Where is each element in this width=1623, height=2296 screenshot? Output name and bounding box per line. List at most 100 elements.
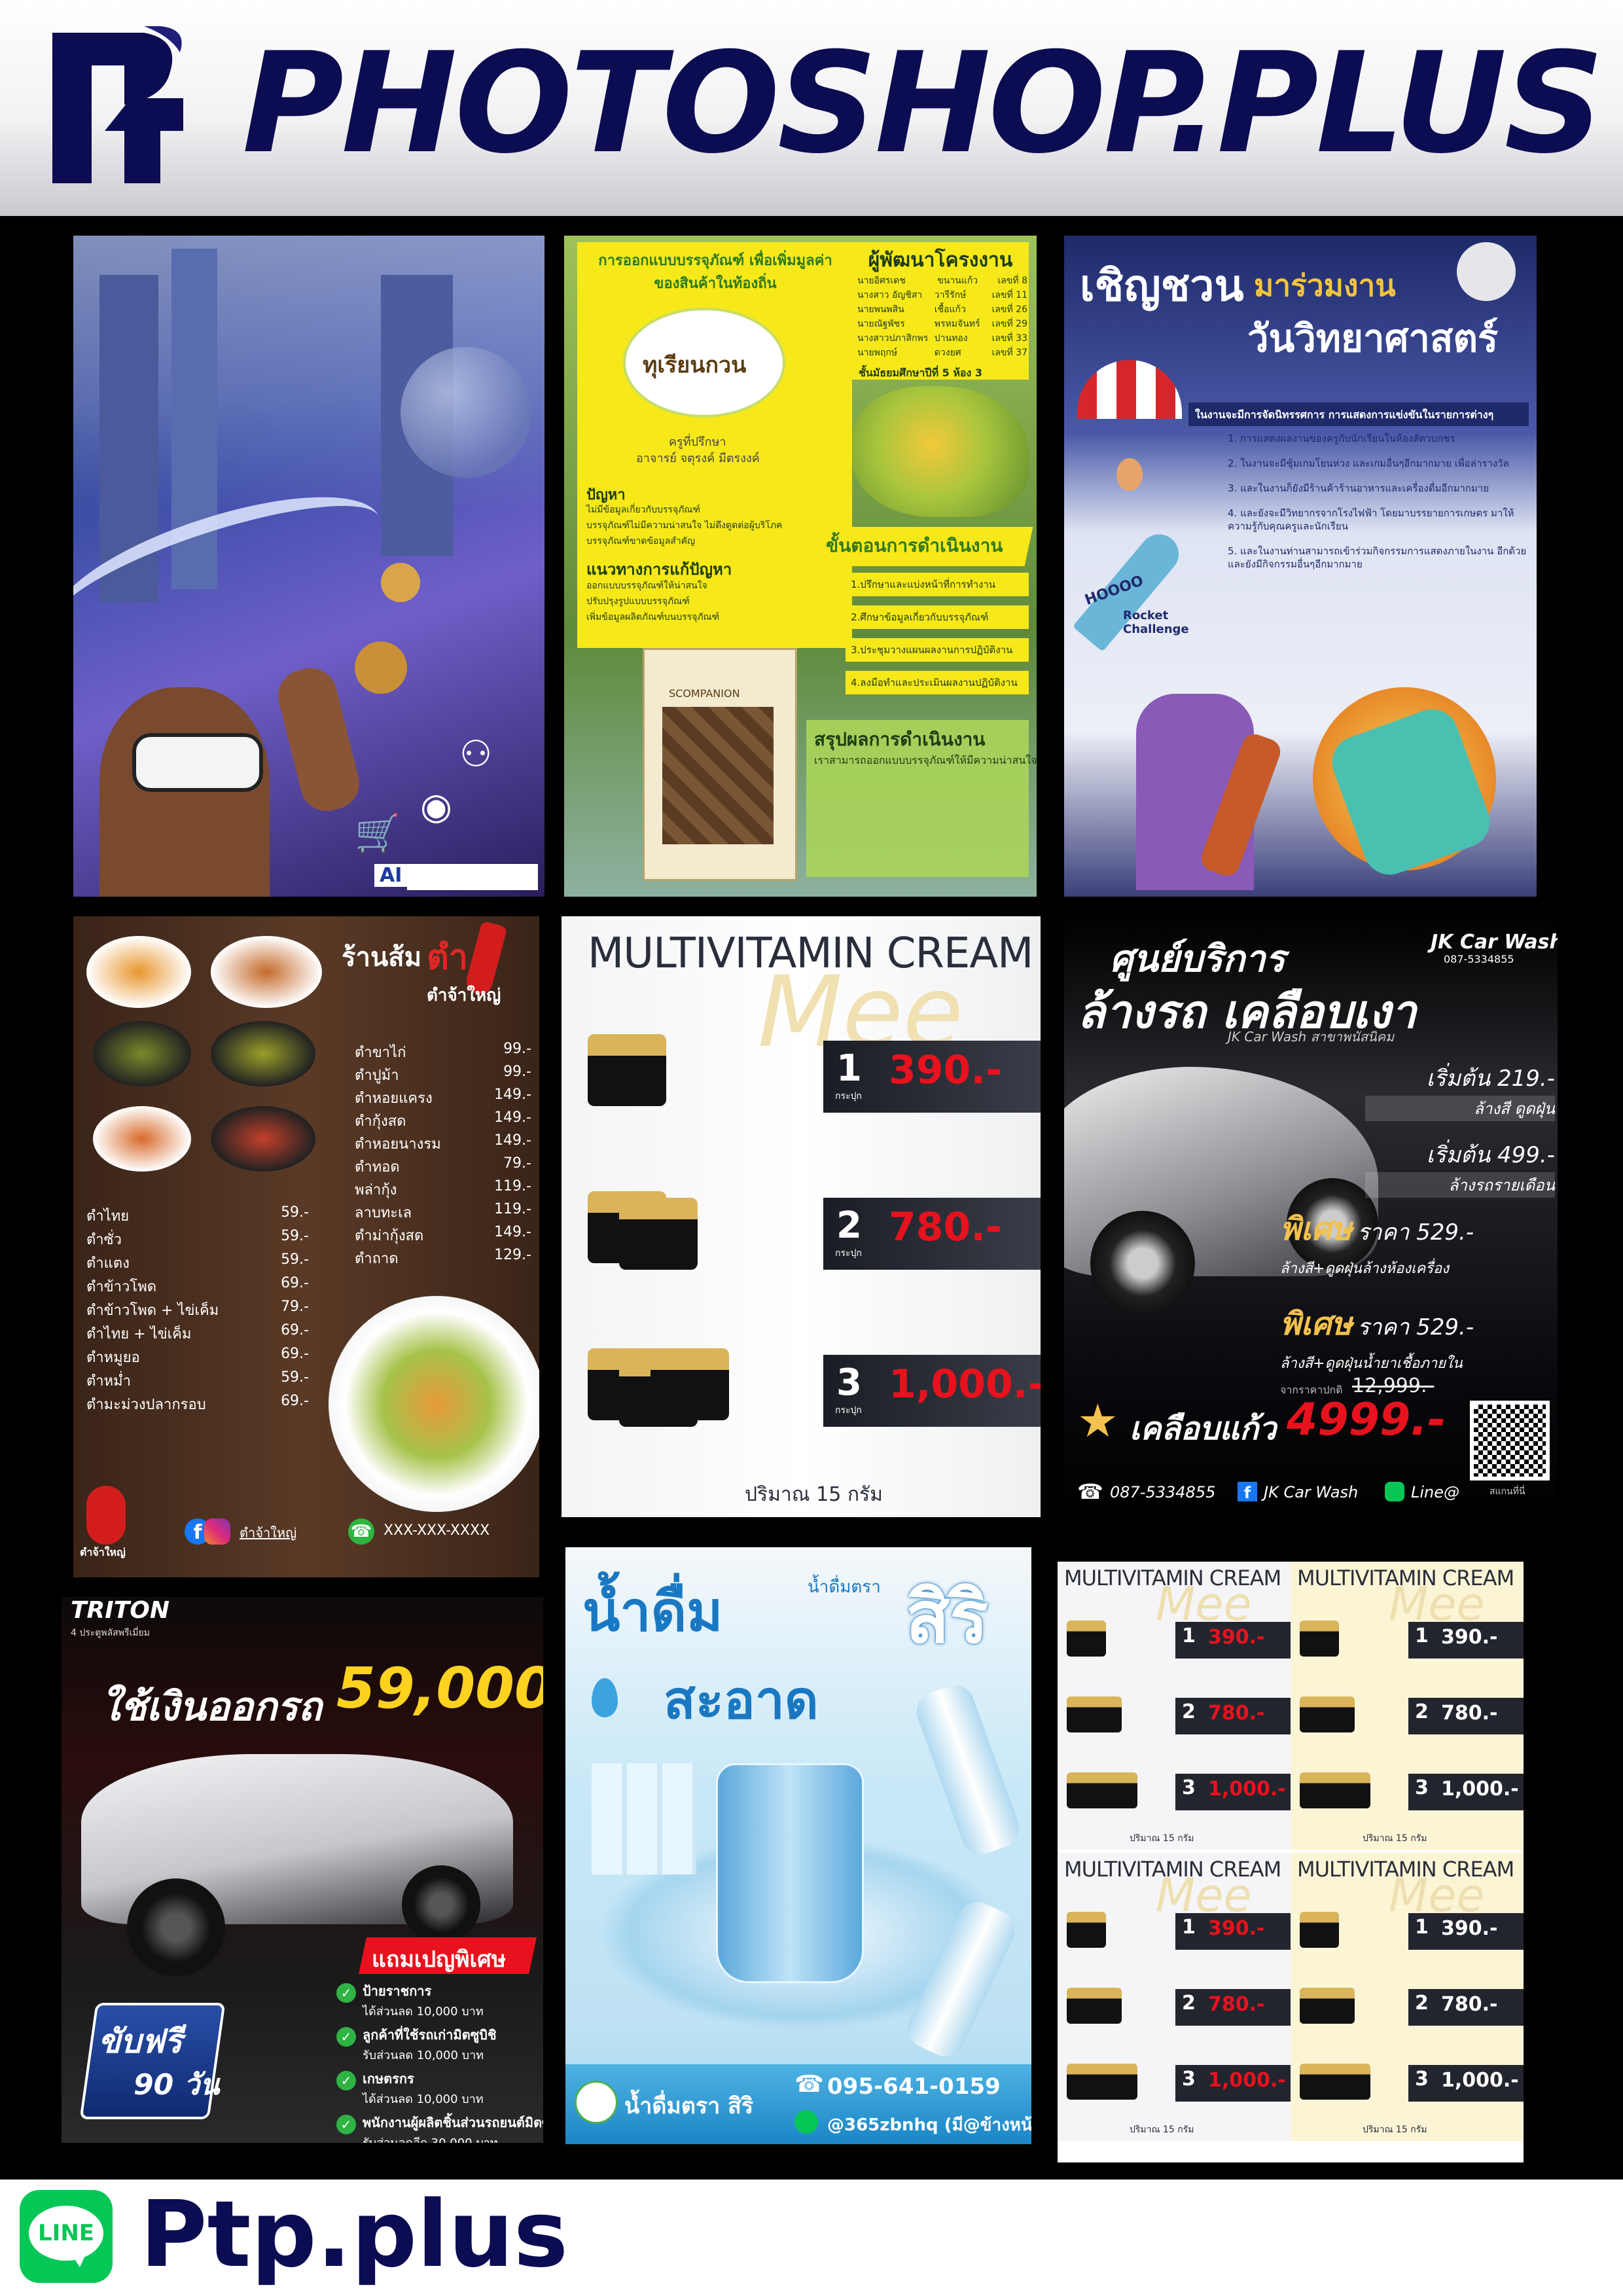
activity-item: 1. การแสดงผลงานของครูกับนักเรียนในห้องสั… [1228, 433, 1455, 444]
instagram-icon [204, 1518, 230, 1545]
mini-card-note: ปริมาณ 15 กรัม [1130, 1833, 1194, 1844]
tier-qty: 3 [1182, 1776, 1196, 1799]
tier-unit: กระปุก [835, 1248, 862, 1259]
food-plate [211, 1021, 315, 1086]
member-lastname: เชื้อแก้ว [934, 304, 966, 315]
menu-row: ตำกุ้งสด 149.- [355, 1109, 531, 1132]
title-invite: เชิญชวน [1080, 260, 1244, 311]
food-plate [93, 1106, 191, 1172]
special-word: พิเศษ [1280, 1306, 1353, 1342]
step-item: 4.ลงมือทำและประเมินผลงานปฏิบัติงาน [846, 671, 1029, 694]
menu-item-name: ตำหม่ำ [86, 1373, 131, 1390]
summary-text: เราสามารถออกแบบบรรจุภัณฑ์ให้มีความน่าสนใ… [814, 754, 1037, 766]
card-grid: MULTIVITAMIN CREAM Mee 1 390.- 2 780.- 3 1,000.… [1058, 1562, 1524, 2162]
members-list: นายอิศรเดช ขนานแก้ว เลขที่ 8 นางสาว อัญชิสา… [857, 274, 1027, 360]
gift-title: เกษตรกร [363, 2071, 414, 2087]
member-number: เลขที่ 33 [991, 333, 1027, 344]
gift-value: รับส่วนลด 10,000 บาท [363, 2049, 484, 2062]
sponsor-logos [407, 864, 538, 890]
menu-row: ตำข้าวโพด 69.- [86, 1275, 309, 1299]
menu-row: ตำมะม่วงปลากรอบ 69.- [86, 1393, 309, 1416]
branch-subtitle: JK Car Wash สาขาพนัสนิคม [1228, 1029, 1395, 1045]
portfolio-item-carwash[interactable]: ศูนย์บริการ ล้างรถ เคลือบเงา JK Car Wash… [1064, 916, 1558, 1517]
tier-qty: 3 [1182, 2068, 1196, 2090]
menu-item-price: 59.- [281, 1251, 309, 1268]
offer-lead: เริ่มต้น 219.- [1426, 1066, 1555, 1092]
menu-item-name: ตำหมูยอ [86, 1350, 140, 1366]
activity-item: 3. และในงานก็ยังมีร้านค้าร้านอาหารและเคร… [1228, 482, 1489, 494]
volume-note: ปริมาณ 15 กรัม [745, 1483, 883, 1506]
portfolio-item-multivitamin[interactable]: MULTIVITAMIN CREAM Mee 1 กระปุก 390.- 2 กระป… [562, 916, 1041, 1517]
food-plate [86, 936, 191, 1008]
tier-qty: 3 [1415, 1776, 1429, 1799]
facebook-page: JK Car Wash [1264, 1483, 1359, 1501]
gift-value: ได้ส่วนลด 10,000 บาท [363, 2092, 484, 2106]
member-lastname: ดวงยศ [934, 348, 961, 358]
menu-row: ตำแตง 59.- [86, 1251, 309, 1275]
member-name: นายณัฐพัชร [857, 319, 905, 329]
menu-item-name: พล่ากุ้ง [355, 1182, 397, 1198]
problem-item: ไม่มีข้อมูลเกี่ยวกับบรรจุภัณฑ์ [586, 505, 700, 515]
problem-item: บรรจุภัณฑ์ไม่มีความน่าสนใจ ไม่ดึงดูดต่อผ… [586, 520, 783, 531]
portfolio-item-vr-poster[interactable]: ⚇ ◉ 🛒 AI [73, 236, 544, 897]
cream-jar-icon [588, 1034, 666, 1106]
portfolio-item-science-day[interactable]: เชิญชวน มาร่วมงาน วันวิทยาศาสตร์ ในงานจะ… [1064, 236, 1537, 897]
triton-brand: TRITON [71, 1597, 169, 1624]
gift-title: ลูกค้าที่ใช้รถเก่ามิตซูบิชิ [363, 2027, 497, 2043]
tier-price: 1,000.- [1441, 2069, 1519, 2092]
portfolio-item-somtam-menu[interactable]: ร้านส้ม ตำ ตำจ้าใหญ่ ตำขาไก่ 99.- ตำปูม้า 9… [73, 916, 539, 1577]
headline: ใช้เงินออกรถ [101, 1684, 322, 1730]
mini-card-note: ปริมาณ 15 กรัม [1363, 1833, 1427, 1844]
members-title: ผู้พัฒนาโครงงาน [868, 249, 1013, 272]
member-name: นายอิศรเดช [857, 276, 906, 286]
menu-item-price: 69.- [281, 1322, 309, 1338]
member-number: เลขที่ 29 [991, 319, 1027, 329]
line-app-icon[interactable]: LINE [20, 2190, 113, 2283]
brand-seal-icon [575, 2081, 618, 2124]
tier-price: 780.- [1208, 1702, 1265, 1725]
portfolio-item-multivitamin-set[interactable]: MULTIVITAMIN CREAM Mee 1 390.- 2 780.- 3 1,000.… [1058, 1562, 1524, 2162]
member-row: นายพฤกษ์ ดวงยศ เลขที่ 37 [857, 346, 1027, 360]
food-plate [211, 1106, 315, 1172]
menu-left-column: ตำไทย 59.- ตำซั่ว 59.- ตำแตง 59.- ตำข้าวโพด 69.… [86, 1204, 309, 1416]
member-name: นายพฤกษ์ [857, 348, 898, 358]
member-row: นางสาวปภาสิกพร ปานทอง เลขที่ 33 [857, 331, 1027, 346]
solution-item: ออกแบบบรรจุภัณฑ์ให้น่าสนใจ [586, 581, 707, 591]
menu-row: ตำม่ากุ้งสด 149.- [355, 1224, 531, 1247]
line-handle[interactable]: Ptp.plus [140, 2179, 568, 2291]
tier-qty: 2 [836, 1204, 862, 1247]
cream-jar-icon [1067, 1621, 1106, 1657]
menu-item-price: 59.- [281, 1228, 309, 1244]
portfolio-item-triton[interactable]: TRITON 4 ประตูพลัสพรีเมี่ยม ใช้เงินออกรถ… [62, 1597, 543, 2143]
phone-icon: ☎ [348, 1518, 374, 1545]
tier-price: 390.- [889, 1047, 1002, 1093]
menu-row: ตำไทย 59.- [86, 1204, 309, 1228]
portfolio-item-siri-water[interactable]: น้ำดื่ม สะอาด น้ำดื่มตรา สิริ น้ำดื่มตรา… [565, 1547, 1031, 2144]
problem-list: ไม่มีข้อมูลเกี่ยวกับบรรจุภัณฑ์บรรจุภัณฑ์… [586, 503, 848, 550]
subtitle: ในงานจะมีการจัดนิทรรศการ การแสดงการแข่งข… [1195, 408, 1494, 421]
gift-title: ป้ายราชการ [363, 1983, 432, 1999]
tier-qty: 3 [836, 1361, 862, 1404]
phone-number: 087-5334855 [1110, 1483, 1216, 1501]
tier-qty: 2 [1182, 1992, 1196, 2015]
menu-item-price: 149.- [494, 1109, 531, 1126]
tier-price: 1,000.- [889, 1361, 1041, 1407]
wheel [127, 1878, 225, 1977]
gift-title: พนักงานผู้ผลิตชิ้นส่วนรถยนต์มิตซูบิชิ [363, 2115, 543, 2130]
portfolio-item-durian-project[interactable]: การออกแบบบรรจุภัณฑ์ เพื่อเพิ่มมูลค่าของส… [564, 236, 1037, 897]
menu-item-price: 79.- [281, 1299, 309, 1315]
member-lastname: วารีรักษ์ [934, 290, 967, 300]
triton-sub: 4 ประตูพลัสพรีเมี่ยม [71, 1628, 150, 1638]
member-row: นายอิศรเดช ขนานแก้ว เลขที่ 8 [857, 274, 1027, 288]
headline-amount: 59,000 [336, 1656, 543, 1721]
member-name: นางสาวปภาสิกพร [857, 333, 929, 344]
jk-logo: JK Car Wash [1431, 931, 1558, 954]
tier-qty: 3 [1415, 2068, 1429, 2090]
gift-list: ✓ ป้ายราชการ ได้ส่วนลด 10,000 บาท ✓ ลูกค้าที… [336, 1981, 543, 2143]
tier-qty: 1 [1415, 1916, 1429, 1939]
tier-price: 780.- [1441, 1702, 1498, 1725]
mini-card: MULTIVITAMIN CREAM Mee 1 390.- 2 780.- 3 1,000.… [1058, 1853, 1291, 2141]
tier-qty: 1 [836, 1047, 862, 1090]
ai-logo: AI [374, 864, 408, 887]
menu-item-name: ตำมะม่วงปลากรอบ [86, 1397, 206, 1413]
